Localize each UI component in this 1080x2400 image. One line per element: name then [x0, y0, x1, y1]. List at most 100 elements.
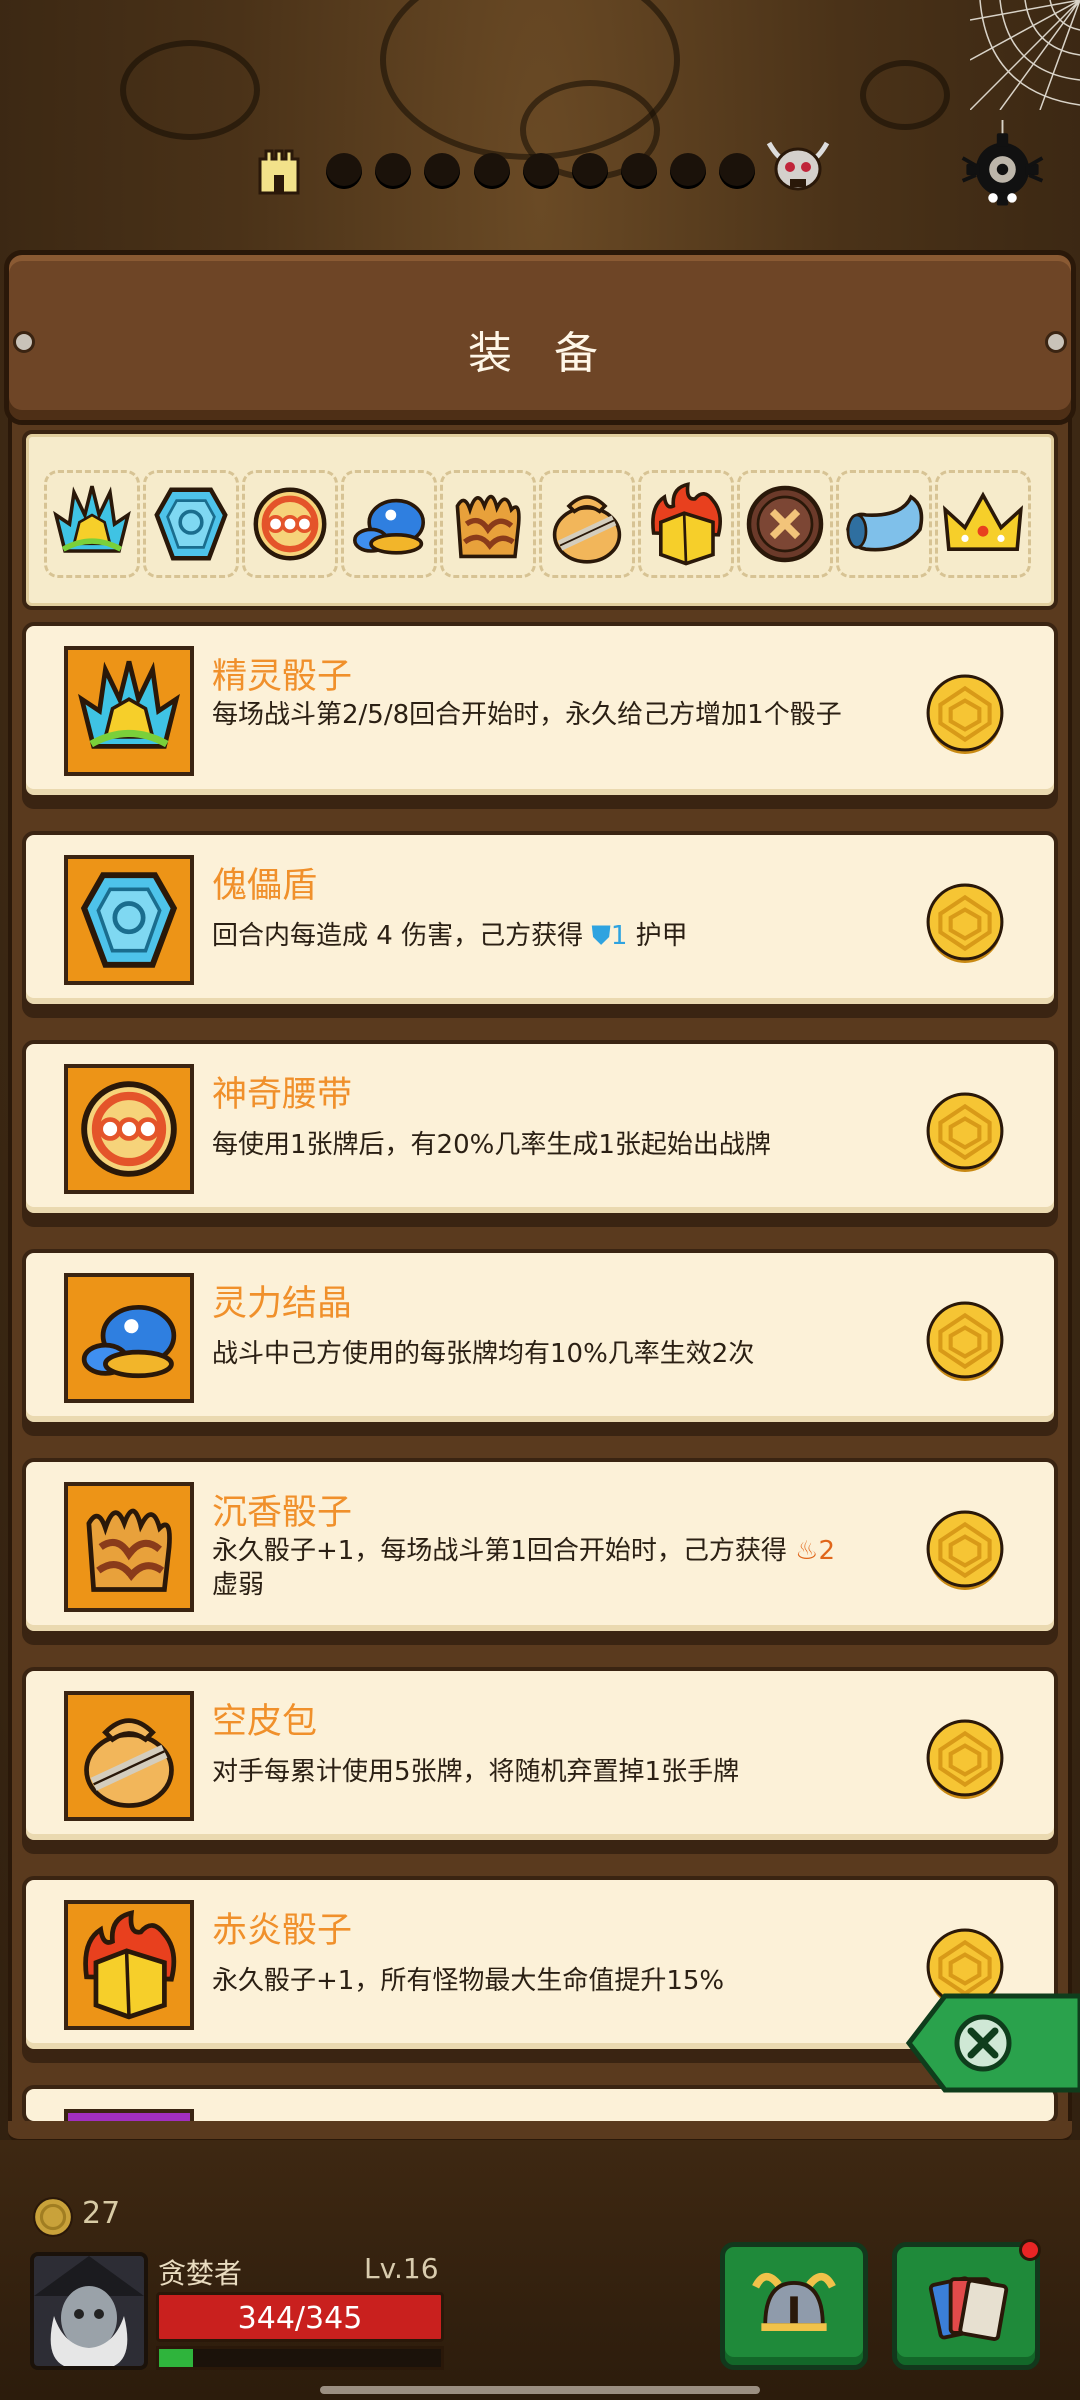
progress-dot	[719, 153, 755, 189]
card-name: 沉香骰子	[212, 1493, 353, 1533]
equipment-card[interactable]: 沉香骰子 永久骰子+1，每场战斗第1回合开始时，己方获得 ♨2 虚弱	[22, 1458, 1058, 1635]
spirit-crystal-icon	[81, 1304, 177, 1379]
card-name: 精灵骰子	[212, 657, 353, 697]
spirit-dice-icon	[53, 485, 131, 553]
equipment-button[interactable]	[720, 2242, 868, 2370]
card-description: 永久骰子+1，所有怪物最大生命值提升15%	[212, 1966, 725, 1996]
empty-purse-icon	[84, 1718, 174, 1808]
strip-slot-spirit-dice[interactable]	[44, 470, 140, 578]
card-icon	[64, 1900, 194, 2030]
card-description: 对手每累计使用5张牌，将随机弃置掉1张手牌	[212, 1757, 740, 1787]
hp-bar: 344/345	[156, 2292, 444, 2342]
desc-text: 永久骰子+1，每场战斗第1回合开始时，己方获得	[212, 1536, 796, 1566]
coin-icon	[926, 1510, 1004, 1590]
strip-slot-horn[interactable]	[836, 470, 932, 578]
puppet-shield-icon	[80, 872, 178, 968]
armor-icon: ⛊	[591, 921, 611, 951]
button-icon	[746, 485, 824, 563]
red-flame-dice-icon	[83, 1910, 177, 2020]
card-description: 永久骰子+1，每场战斗第1回合开始时，己方获得 ♨2 虚弱	[212, 1534, 892, 1602]
equipment-card[interactable]: 傀儡盾 回合内每造成 4 伤害，己方获得 ⛊1 护甲	[22, 831, 1058, 1008]
spider-web-icon	[970, 0, 1080, 110]
desc-text: 护甲	[627, 921, 688, 951]
armor-value: 1	[610, 921, 628, 951]
card-icon	[64, 1064, 194, 1194]
gold-coin-icon	[33, 2197, 73, 2237]
magic-belt-icon	[81, 1081, 177, 1177]
horn-icon	[846, 494, 924, 552]
card-name: 赤炎骰子	[212, 1911, 353, 1951]
strip-slot-spirit-crystal[interactable]	[341, 470, 437, 578]
coin-icon	[926, 674, 1004, 754]
player-name: 贪婪者	[158, 2257, 243, 2290]
progress-dot	[621, 153, 657, 189]
page-title: 装 备	[468, 328, 612, 379]
strip-slot-red-flame-dice[interactable]	[638, 470, 734, 578]
weak-value: 2	[818, 1536, 835, 1566]
crown-icon	[942, 491, 1024, 551]
close-button[interactable]	[905, 1990, 1080, 2096]
card-name: 空皮包	[212, 1702, 318, 1742]
coin-icon	[926, 1092, 1004, 1172]
boss-skull-icon	[766, 141, 830, 191]
equipment-card[interactable]: 神奇腰带 每使用1张牌后，有20%几率生成1张起始出战牌	[22, 1040, 1058, 1217]
card-icon	[64, 855, 194, 985]
gold-count: 27	[82, 2196, 121, 2231]
castle-icon	[258, 149, 300, 195]
strip-slot-magic-belt[interactable]	[242, 470, 338, 578]
card-name: 神奇腰带	[212, 1075, 353, 1115]
agarwood-dice-icon	[455, 494, 521, 559]
cards-icon	[928, 2276, 1009, 2341]
progress-dot	[670, 153, 706, 189]
strip-slot-button[interactable]	[737, 470, 833, 578]
avatar[interactable]	[30, 2252, 148, 2370]
desc-text: 回合内每造成 4 伤害，己方获得	[212, 921, 592, 951]
card-icon	[64, 1691, 194, 1821]
equipment-card[interactable]: 空皮包 对手每累计使用5张牌，将随机弃置掉1张手牌	[22, 1667, 1058, 1844]
equipment-card[interactable]: 精灵骰子 每场战斗第2/5/8回合开始时，永久给己方增加1个骰子	[22, 622, 1058, 799]
card-icon	[64, 1482, 194, 1612]
strip-slot-puppet-shield[interactable]	[143, 470, 239, 578]
card-icon	[64, 1273, 194, 1403]
notification-badge	[1019, 2239, 1041, 2261]
progress-dot	[375, 153, 411, 189]
puppet-shield-icon	[154, 487, 228, 561]
card-description: 回合内每造成 4 伤害，己方获得 ⛊1 护甲	[212, 919, 892, 953]
xp-bar-fill	[159, 2349, 193, 2367]
progress-dot	[523, 153, 559, 189]
helmet-icon	[752, 2272, 836, 2331]
card-description: 每场战斗第2/5/8回合开始时，永久给己方增加1个骰子	[212, 700, 842, 730]
progress-dot	[474, 153, 510, 189]
equipment-card[interactable]: 灵力结晶 战斗中己方使用的每张牌均有10%几率生效2次	[22, 1249, 1058, 1426]
strip-slot-empty-purse[interactable]	[539, 470, 635, 578]
deck-button[interactable]	[892, 2239, 1041, 2370]
xp-bar	[156, 2346, 444, 2370]
strip-slot-agarwood-dice[interactable]	[440, 470, 536, 578]
avatar-portrait-icon	[34, 2256, 144, 2366]
progress-dot	[326, 153, 362, 189]
progress-dot	[424, 153, 460, 189]
card-description: 战斗中己方使用的每张牌均有10%几率生效2次	[212, 1339, 755, 1369]
spirit-crystal-icon	[353, 498, 425, 555]
home-indicator[interactable]	[320, 2386, 760, 2394]
card-description: 每使用1张牌后，有20%几率生成1张起始出战牌	[212, 1130, 771, 1160]
equipment-card-partial[interactable]	[22, 2085, 1058, 2125]
bg-doodle	[120, 40, 260, 140]
card-name: 灵力结晶	[212, 1284, 353, 1324]
stage-progress	[0, 141, 1080, 195]
panel-header: 装 备	[4, 250, 1076, 425]
equipment-strip	[22, 430, 1058, 610]
card-icon	[64, 646, 194, 776]
desc-text: 虚弱	[212, 1570, 265, 1600]
bg-doodle	[860, 60, 950, 130]
magic-belt-icon	[253, 487, 327, 561]
strip-slot-crown[interactable]	[935, 470, 1031, 578]
spirit-dice-icon	[78, 660, 180, 749]
empty-purse-icon	[552, 495, 622, 564]
equipment-card[interactable]: 赤炎骰子 永久骰子+1，所有怪物最大生命值提升15%	[22, 1876, 1058, 2053]
coin-icon	[926, 1719, 1004, 1799]
progress-dot	[572, 153, 608, 189]
weak-icon: ♨	[795, 1536, 819, 1566]
card-name: 傀儡盾	[212, 866, 318, 906]
hp-value: 344/345	[237, 2301, 363, 2336]
